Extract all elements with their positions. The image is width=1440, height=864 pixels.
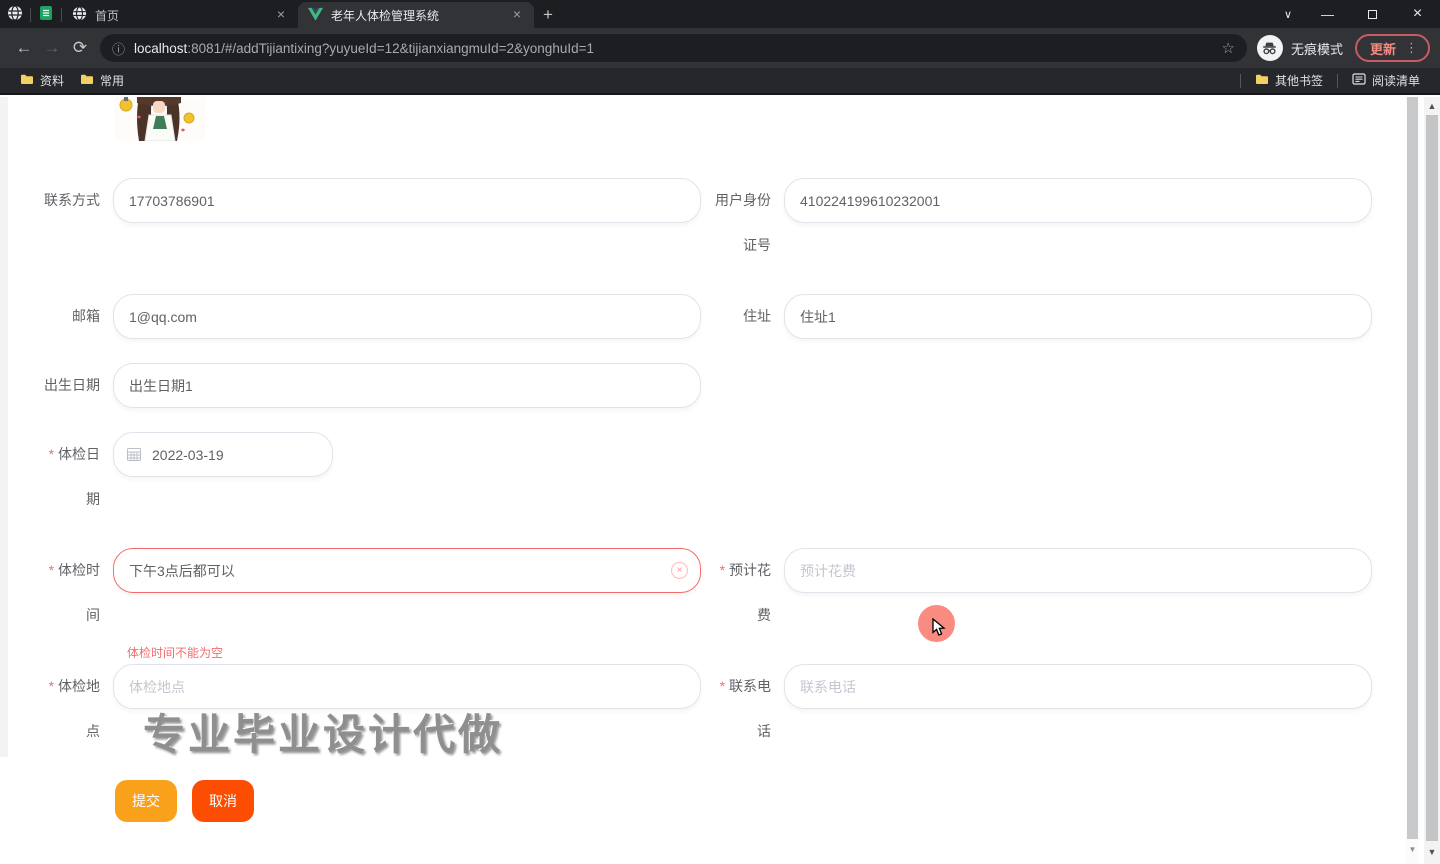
browser-toolbar: ← → ⟳ ⓘ localhost :8081/#/addTijiantixin… [0, 28, 1440, 68]
close-window-button[interactable]: × [1395, 0, 1440, 28]
inner-scrollbar[interactable]: ▼ [1406, 97, 1419, 864]
mouse-cursor-icon [932, 617, 949, 642]
form-item-cost: 预计花费 [709, 548, 1372, 638]
bookmark-label: 资料 [40, 74, 65, 88]
reload-icon[interactable]: ⟳ [66, 34, 94, 62]
close-tab-icon[interactable]: × [272, 6, 290, 24]
submit-button[interactable]: 提交 [115, 780, 177, 822]
bookmark-folder-changyong[interactable]: 常用 [72, 69, 132, 92]
phone-label: 联系电话 [709, 664, 771, 754]
bookmark-separator [1239, 73, 1241, 88]
inner-scrollbar-thumb[interactable] [1407, 97, 1418, 839]
address-bar[interactable]: ⓘ localhost :8081/#/addTijiantixing?yuyu… [100, 34, 1247, 62]
form-item-contact: 联系方式 [40, 178, 701, 223]
url-path: :8081/#/addTijiantixing?yuyueId=12&tijia… [187, 40, 594, 56]
back-icon[interactable]: ← [10, 34, 38, 62]
maximize-button[interactable] [1350, 0, 1395, 28]
form-item-email: 邮箱 [40, 294, 701, 339]
page-content: 联系方式 用户身份证号 邮箱 住址 出生日期 体检日期 体检时间 × [0, 97, 1440, 864]
tab-title: 首页 [95, 8, 120, 23]
folder-icon [1255, 74, 1269, 88]
forward-icon[interactable]: → [38, 34, 66, 62]
check-date-label: 体检日期 [40, 432, 100, 522]
bookmark-label: 常用 [100, 74, 125, 88]
cancel-button[interactable]: 取消 [192, 780, 254, 822]
scroll-up-icon[interactable]: ▲ [1424, 101, 1440, 111]
bookmarks-bar: 资料 常用 其他书签 阅读清单 [0, 68, 1440, 95]
birth-date-label: 出生日期 [44, 377, 100, 393]
incognito-icon [1256, 35, 1283, 61]
pinned-tab-globe[interactable] [0, 2, 30, 28]
pinned-tab-sheet[interactable] [31, 2, 61, 28]
scroll-down-icon[interactable]: ▼ [1406, 845, 1419, 854]
tab-search-chevron-icon[interactable]: ∨ [1271, 8, 1305, 21]
cost-input[interactable] [784, 548, 1372, 593]
bookmarks-right: 其他书签 阅读清单 [1234, 69, 1428, 92]
reading-list-button[interactable]: 阅读清单 [1344, 69, 1428, 92]
form-item-id-card: 用户身份证号 [709, 178, 1372, 268]
tab-title: 老年人体检管理系统 [331, 8, 440, 23]
minimize-button[interactable]: — [1305, 0, 1350, 28]
check-time-error: 体检时间不能为空 [127, 646, 224, 660]
incognito-label: 无痕模式 [1290, 41, 1343, 57]
folder-icon [20, 74, 34, 88]
contact-input[interactable] [113, 178, 701, 223]
browser-menu-icon[interactable]: ⋮ [1405, 40, 1419, 56]
update-label: 更新 [1369, 41, 1396, 57]
url-host: localhost [134, 40, 188, 56]
check-date-input[interactable] [113, 432, 333, 477]
update-button[interactable]: 更新 ⋮ [1354, 34, 1430, 62]
email-input[interactable] [113, 294, 701, 339]
vue-logo-icon [308, 7, 323, 24]
browser-scrollbar[interactable]: ▲ ▼ [1424, 97, 1440, 864]
form-item-check-time: 体检时间 × 体检时间不能为空 [40, 548, 701, 660]
reading-list-label: 阅读清单 [1371, 74, 1420, 88]
green-sheet-icon [39, 5, 53, 26]
scroll-down-icon[interactable]: ▼ [1424, 847, 1440, 857]
form-item-birth-date: 出生日期 [40, 363, 701, 408]
site-info-icon[interactable]: ⓘ [112, 39, 125, 58]
browser-tab-strip: 首页 × 老年人体检管理系统 × + ∨ — × [0, 0, 1440, 28]
email-label: 邮箱 [72, 308, 100, 324]
close-tab-icon[interactable]: × [508, 6, 526, 24]
contact-label: 联系方式 [44, 192, 100, 208]
bookmark-folder-ziliao[interactable]: 资料 [12, 69, 72, 92]
address-label: 住址 [743, 308, 771, 324]
avatar-image [115, 97, 205, 141]
id-card-input[interactable] [784, 178, 1372, 223]
check-time-input[interactable] [113, 548, 701, 593]
other-bookmarks-button[interactable]: 其他书签 [1247, 69, 1331, 92]
browser-scrollbar-thumb[interactable] [1426, 115, 1438, 841]
other-bookmarks-label: 其他书签 [1274, 74, 1323, 88]
tab-home[interactable]: 首页 × [62, 2, 298, 28]
form-buttons: 提交 取消 [115, 780, 254, 822]
phone-input[interactable] [784, 664, 1372, 709]
bookmark-star-icon[interactable]: ☆ [1222, 39, 1235, 57]
folder-icon [80, 74, 94, 88]
cost-label: 预计花费 [709, 548, 771, 638]
new-tab-button[interactable]: + [534, 2, 562, 28]
form-item-phone: 联系电话 [709, 664, 1372, 754]
bookmark-separator [1336, 73, 1338, 88]
place-label: 体检地点 [40, 664, 100, 754]
tab-active[interactable]: 老年人体检管理系统 × [298, 2, 534, 28]
form-item-check-date: 体检日期 [40, 432, 333, 522]
check-time-label: 体检时间 [40, 548, 100, 638]
calendar-icon [127, 448, 141, 461]
globe-icon [72, 6, 87, 24]
watermark-text: 专业毕业设计代做 [143, 711, 504, 758]
maximize-icon [1368, 9, 1377, 19]
form-item-address: 住址 [709, 294, 1372, 339]
birth-date-input[interactable] [113, 363, 701, 408]
clear-input-icon[interactable]: × [671, 562, 688, 579]
id-card-label: 用户身份证号 [715, 192, 771, 253]
window-controls: ∨ — × [1271, 0, 1440, 28]
globe-icon [7, 4, 23, 26]
reading-list-icon [1352, 73, 1366, 88]
address-input[interactable] [784, 294, 1372, 339]
page-left-edge [0, 97, 8, 757]
